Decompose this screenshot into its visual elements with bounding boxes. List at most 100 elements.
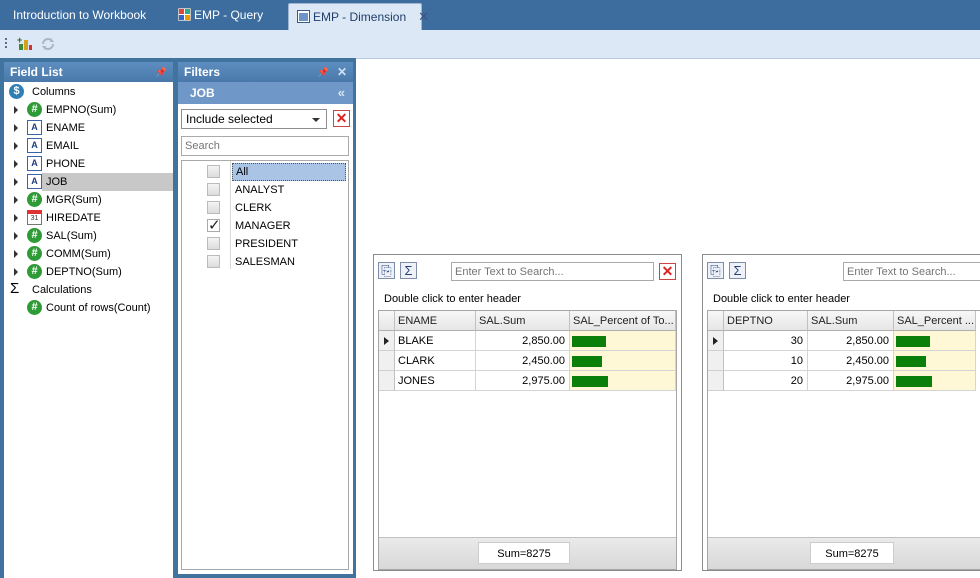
expand-arrow-icon[interactable] [14,232,18,240]
field-list-panel: Field List 📌 $ Columns # EMPNO(Sum) A EN… [4,62,173,578]
card-header-hint[interactable]: Double click to enter header [384,293,521,305]
add-visualization-button[interactable]: + [17,35,33,52]
filter-option-president[interactable]: PRESIDENT [182,235,348,253]
field-hiredate[interactable]: 31 HIREDATE [4,209,173,227]
field-deptno[interactable]: # DEPTNO(Sum) [4,263,173,281]
refresh-button[interactable] [40,36,56,52]
cell-ename[interactable]: JONES [395,371,476,391]
field-sal[interactable]: # SAL(Sum) [4,227,173,245]
clear-filter-button[interactable]: ✕ [333,110,350,127]
card-header-hint[interactable]: Double click to enter header [713,293,850,305]
cell-percent[interactable] [570,371,676,391]
field-mgr[interactable]: # MGR(Sum) [4,191,173,209]
delete-icon: ✕ [335,110,348,126]
field-email[interactable]: A EMAIL [4,137,173,155]
field-phone[interactable]: A PHONE [4,155,173,173]
cell-deptno[interactable]: 30 [724,331,808,351]
expand-arrow-icon[interactable] [14,106,18,114]
export-button[interactable]: ⎘ [378,262,395,279]
filter-option-salesman[interactable]: SALESMAN [182,253,348,271]
checkbox[interactable] [207,255,220,268]
checkbox[interactable] [207,165,220,178]
toolbar-grip[interactable] [5,38,7,50]
grid-search-input[interactable] [451,262,654,281]
row-indicator[interactable] [379,331,395,351]
close-panel-icon[interactable]: ✕ [337,62,347,82]
expand-arrow-icon[interactable] [14,250,18,258]
checkbox[interactable] [207,183,220,196]
totals-button[interactable]: Σ [729,262,746,279]
percent-bar [896,356,926,367]
dollar-icon: $ [9,84,24,99]
grid-search-input[interactable] [843,262,980,281]
filter-search-input[interactable] [181,136,349,156]
svg-text:+: + [17,36,22,45]
cell-sal[interactable]: 2,975.00 [476,371,570,391]
tab-introduction-to-workbook[interactable]: Introduction to Workbook [13,3,146,30]
row-indicator[interactable] [379,351,395,371]
row-indicator[interactable] [379,371,395,391]
filters-header: Filters 📌 ✕ [178,62,353,82]
export-button[interactable]: ⎘ [707,262,724,279]
field-count-of-rows[interactable]: # Count of rows(Count) [4,299,173,317]
pin-icon[interactable]: 📌 [318,62,329,82]
pin-icon[interactable]: 📌 [156,62,167,82]
sigma-icon: Σ [10,280,20,297]
tab-emp-dimension[interactable]: EMP - Dimension ✕ [288,3,429,30]
column-header-sal-percent[interactable]: SAL_Percent of To... [570,311,676,331]
cell-ename[interactable]: BLAKE [395,331,476,351]
field-ename[interactable]: A ENAME [4,119,173,137]
cell-deptno[interactable]: 10 [724,351,808,371]
sigma-icon: Σ [404,263,413,278]
expand-arrow-icon[interactable] [14,142,18,150]
cell-sal[interactable]: 2,450.00 [476,351,570,371]
expand-arrow-icon[interactable] [14,160,18,168]
cell-ename[interactable]: CLARK [395,351,476,371]
grid-card-ename[interactable]: ⎘ Σ ✕ Double click to enter header ENAME… [373,254,682,571]
expand-arrow-icon[interactable] [14,268,18,276]
column-header-sal-percent[interactable]: SAL_Percent ... [894,311,976,331]
field-empno[interactable]: # EMPNO(Sum) [4,101,173,119]
row-indicator[interactable] [708,331,724,351]
clear-search-button[interactable]: ✕ [659,263,676,280]
row-indicator[interactable] [708,371,724,391]
cell-sal[interactable]: 2,450.00 [808,351,894,371]
checkbox[interactable] [207,201,220,214]
cell-sal[interactable]: 2,850.00 [476,331,570,351]
totals-button[interactable]: Σ [400,262,417,279]
grid-card-deptno[interactable]: ⎘ Σ Double click to enter header DEPTNO … [702,254,980,571]
expand-arrow-icon[interactable] [14,196,18,204]
filter-option-analyst[interactable]: ANALYST [182,181,348,199]
cell-percent[interactable] [570,351,676,371]
expand-arrow-icon[interactable] [14,214,18,222]
column-header-sal-sum[interactable]: SAL.Sum [808,311,894,331]
column-header-ename[interactable]: ENAME [395,311,476,331]
filter-option-clerk[interactable]: CLERK [182,199,348,217]
cell-deptno[interactable]: 20 [724,371,808,391]
filter-option-all[interactable]: All [182,163,348,181]
row-indicator[interactable] [708,351,724,371]
cell-percent[interactable] [570,331,676,351]
column-header-deptno[interactable]: DEPTNO [724,311,808,331]
percent-bar [572,376,608,387]
column-header-sal-sum[interactable]: SAL.Sum [476,311,570,331]
cell-percent[interactable] [894,371,976,391]
expand-arrow-icon[interactable] [14,178,18,186]
collapse-icon[interactable]: « [338,82,345,104]
cell-percent[interactable] [894,331,976,351]
cell-sal[interactable]: 2,850.00 [808,331,894,351]
cell-percent[interactable] [894,351,976,371]
checkbox-checked[interactable] [207,216,221,234]
checkbox[interactable] [207,237,220,250]
field-comm[interactable]: # COMM(Sum) [4,245,173,263]
close-tab-icon[interactable]: ✕ [418,4,429,29]
expand-arrow-icon[interactable] [14,124,18,132]
sum-summary[interactable]: Sum=8275 [478,542,570,564]
filter-option-manager[interactable]: MANAGER [182,216,348,235]
export-icon: ⎘ [710,263,721,278]
tab-emp-query[interactable]: EMP - Query [177,3,263,30]
cell-sal[interactable]: 2,975.00 [808,371,894,391]
filter-mode-select[interactable]: Include selected [181,109,327,129]
field-job[interactable]: A JOB [4,173,173,191]
sum-summary[interactable]: Sum=8275 [810,542,894,564]
